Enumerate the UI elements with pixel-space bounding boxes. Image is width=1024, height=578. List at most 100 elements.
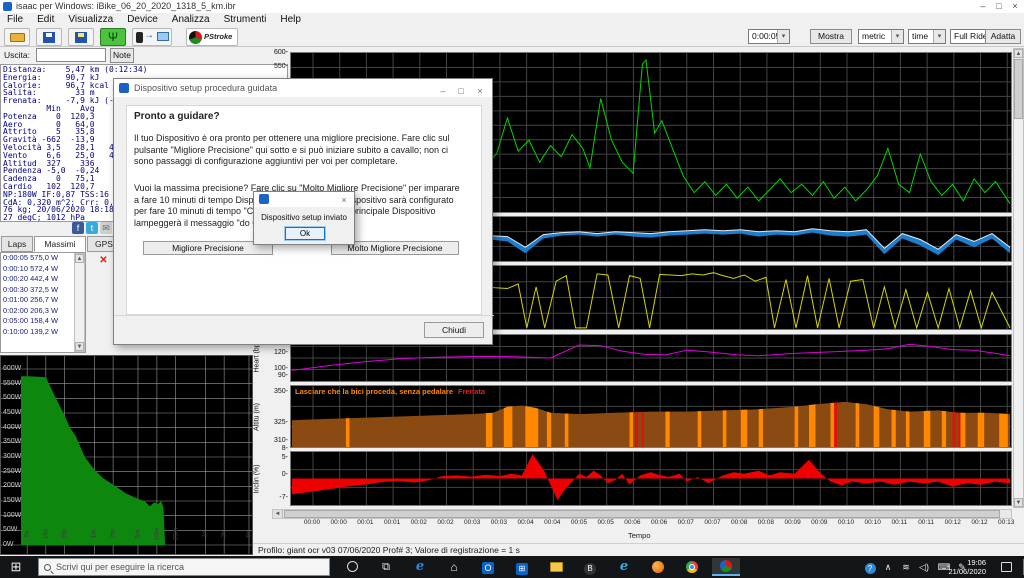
adatta-button[interactable]: Adatta xyxy=(985,29,1021,44)
interval-select[interactable]: 0:00:05▾ xyxy=(748,29,790,44)
chart-h-scrollbar[interactable]: ◄ xyxy=(272,509,1012,519)
open-button[interactable] xyxy=(4,28,30,46)
chart-v-scrollbar[interactable]: ▲ ▼ xyxy=(1013,48,1024,508)
axis-tick-label: 550 xyxy=(264,63,288,70)
xaxis-select[interactable]: time▾ xyxy=(908,29,946,44)
pstroke-button[interactable]: PStroke xyxy=(186,28,238,46)
tray-chevron-icon[interactable]: ∧ xyxy=(880,558,896,576)
search-icon xyxy=(44,564,51,571)
lap-list-item[interactable]: 0:00:20 442,4 W xyxy=(1,274,85,285)
menu-item-edit[interactable]: Edit xyxy=(30,13,61,26)
time-tick-label: 00:11 xyxy=(884,519,914,526)
time-tick-label: 00:09 xyxy=(778,519,808,526)
task-view-icon[interactable]: ⧉ xyxy=(372,558,400,576)
scroll-down-icon[interactable]: ▼ xyxy=(75,342,84,351)
mmp-y-label: 450W xyxy=(3,409,21,416)
menu-bar: FileEditVisualizzaDeviceAnalizzaStrument… xyxy=(0,13,1024,27)
menu-item-help[interactable]: Help xyxy=(273,13,308,26)
mmp-y-label: 400W xyxy=(3,424,21,431)
mean-max-power-chart[interactable]: 600W550W500W450W400W350W300W250W200W150W… xyxy=(0,355,253,555)
menu-item-analizza[interactable]: Analizza xyxy=(165,13,217,26)
maximize-button[interactable]: □ xyxy=(992,0,1006,12)
menu-item-strumenti[interactable]: Strumenti xyxy=(217,13,274,26)
clock[interactable]: 19:06 21/06/2020 xyxy=(934,558,986,576)
cortana-icon[interactable] xyxy=(338,558,366,576)
chart-panel-altitude[interactable]: Lasciare che la bici proceda, senza peda… xyxy=(290,385,1012,448)
usb-connect-button[interactable]: Ψ xyxy=(100,28,126,46)
chevron-down-icon: ▾ xyxy=(933,30,945,43)
lap-list-item[interactable]: 0:00:30 372,5 W xyxy=(1,285,85,296)
lap-list-item[interactable]: 0:01:00 256,7 W xyxy=(1,295,85,306)
b-app-icon[interactable]: B xyxy=(576,558,604,576)
arrow-right-icon: → xyxy=(144,30,154,41)
laps-scrollbar[interactable]: ▲ ▼ xyxy=(74,253,85,352)
taskbar-search-input[interactable]: Scrivi qui per eseguire la ricerca xyxy=(38,558,330,576)
lap-list-item[interactable]: 0:05:00 158,4 W xyxy=(1,316,85,327)
save-button[interactable] xyxy=(36,28,62,46)
maximize-button[interactable]: □ xyxy=(454,82,468,100)
ok-button[interactable]: Ok xyxy=(285,227,325,240)
menu-item-device[interactable]: Device xyxy=(120,13,165,26)
minimize-button[interactable]: – xyxy=(436,82,450,100)
note-button[interactable]: Note xyxy=(110,48,134,63)
units-select[interactable]: metric▾ xyxy=(858,29,904,44)
lap-list-item[interactable]: 0:10:00 139,2 W xyxy=(1,327,85,338)
close-button[interactable]: × xyxy=(1008,0,1022,12)
time-axis-title: Tempo xyxy=(628,531,651,540)
file-explorer-icon[interactable] xyxy=(542,558,570,576)
facebook-icon[interactable]: f xyxy=(72,222,84,234)
lap-list-item[interactable]: 0:02:00 206,3 W xyxy=(1,306,85,317)
close-icon[interactable]: × xyxy=(337,193,351,208)
h-scroll-thumb[interactable] xyxy=(284,510,1000,518)
close-icon[interactable]: × xyxy=(473,82,487,100)
home-icon[interactable]: ⌂ xyxy=(440,558,468,576)
lap-list-item[interactable]: 0:00:10 572,4 W xyxy=(1,264,85,275)
search-placeholder: Scrivi qui per eseguire la ricerca xyxy=(56,562,184,572)
scroll-down-icon[interactable]: ▼ xyxy=(1014,498,1023,507)
minimize-button[interactable]: – xyxy=(976,0,990,12)
mmp-x-label: 20s xyxy=(61,529,68,539)
menu-item-file[interactable]: File xyxy=(0,13,30,26)
chrome-icon[interactable] xyxy=(678,558,706,576)
tab-massimi[interactable]: Massimi xyxy=(34,236,86,252)
mmp-x-label: 2h xyxy=(221,530,228,537)
time-tick-label: 00:00 xyxy=(297,519,327,526)
menu-item-visualizza[interactable]: Visualizza xyxy=(61,13,120,26)
mmp-x-label: 1h xyxy=(202,530,209,537)
isaac-app-taskbar-icon[interactable] xyxy=(712,558,740,576)
chart-legend: Lasciare che la bici proceda, senza peda… xyxy=(295,387,485,396)
scroll-up-icon[interactable]: ▲ xyxy=(75,254,84,263)
time-tick-label: 00:10 xyxy=(831,519,861,526)
edge-icon[interactable]: e xyxy=(406,558,434,576)
mmp-x-label: 5m xyxy=(134,529,141,538)
chart-panel-slope[interactable] xyxy=(290,451,1012,506)
firefox-circle xyxy=(652,561,664,573)
tab-laps[interactable]: Laps xyxy=(1,236,33,252)
store-icon[interactable]: ⊞ xyxy=(508,558,536,576)
time-tick-label: 00:08 xyxy=(751,519,781,526)
tray-help-icon[interactable]: ? xyxy=(862,558,878,576)
outlook-icon[interactable]: O xyxy=(474,558,502,576)
uscita-input[interactable] xyxy=(36,48,106,62)
time-tick-label: 00:06 xyxy=(617,519,647,526)
v-scroll-thumb[interactable] xyxy=(1014,59,1023,119)
mmp-x-label: 20m xyxy=(172,528,179,541)
scroll-left-icon[interactable]: ◄ xyxy=(273,510,283,518)
twitter-icon[interactable]: t xyxy=(86,222,98,234)
lap-list-item[interactable]: 0:00:05 575,0 W xyxy=(1,253,85,264)
network-icon[interactable]: ≋ xyxy=(898,558,914,576)
save-as-button[interactable] xyxy=(68,28,94,46)
app-icon xyxy=(259,194,269,204)
scroll-up-icon[interactable]: ▲ xyxy=(1014,49,1023,58)
firefox-icon[interactable] xyxy=(644,558,672,576)
mail-icon[interactable]: ✉ xyxy=(100,222,112,234)
start-button[interactable]: ⊞ xyxy=(2,558,30,576)
download-from-device-button[interactable]: → xyxy=(132,28,172,46)
internet-explorer-icon[interactable]: e xyxy=(610,558,638,576)
mostra-button[interactable]: Mostra xyxy=(810,29,852,44)
volume-icon[interactable]: ◁) xyxy=(916,558,932,576)
notifications-icon[interactable] xyxy=(996,558,1016,576)
delete-lap-icon[interactable]: ✕ xyxy=(98,255,109,266)
status-bar: Profilo: giant ocr v03 07/06/2020 Prof# … xyxy=(253,543,1024,556)
chiudi-button[interactable]: Chiudi xyxy=(424,322,484,338)
